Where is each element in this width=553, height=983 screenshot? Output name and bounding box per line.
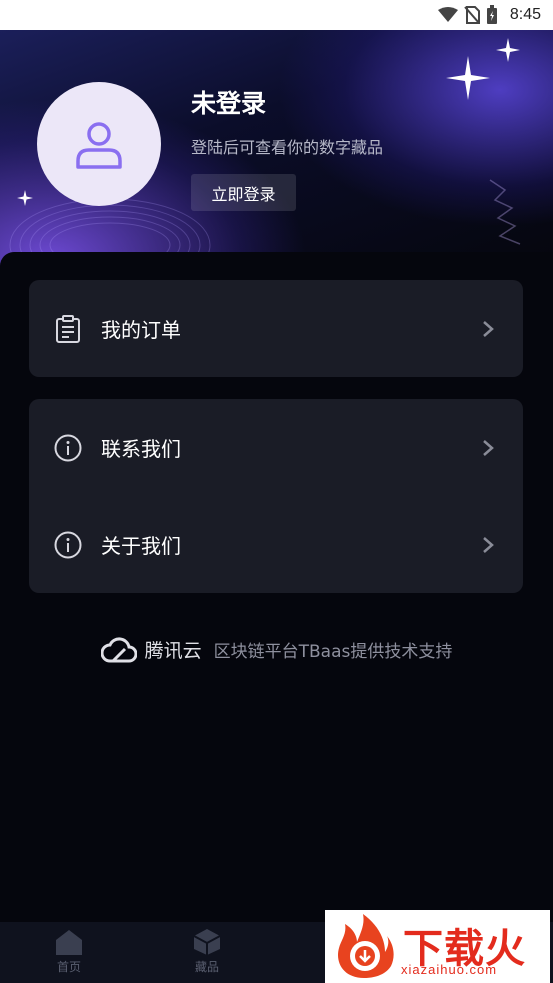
sparkle-icon-small — [496, 38, 520, 62]
sparkle-icon-tiny — [17, 190, 33, 206]
menu-item-label: 关于我们 — [101, 534, 181, 558]
login-button[interactable]: 立即登录 — [191, 174, 296, 211]
menu-item-contact[interactable]: 联系我们 — [29, 399, 523, 496]
sparkle-icon-large — [446, 56, 490, 100]
info-icon — [54, 434, 82, 461]
user-icon — [76, 122, 122, 169]
tech-support-note: 腾讯云 区块链平台TBaas提供技术支持 — [0, 636, 553, 663]
flame-logo-icon — [338, 914, 394, 978]
profile-header: 未登录 登陆后可查看你的数字藏品 立即登录 — [0, 30, 553, 270]
nav-home[interactable]: 首页 — [39, 928, 99, 975]
menu-item-about[interactable]: 关于我们 — [29, 496, 523, 593]
nav-label: 首页 — [56, 960, 81, 974]
menu-item-label: 联系我们 — [101, 437, 181, 461]
menu-item-label: 我的订单 — [101, 318, 181, 342]
login-hint: 登陆后可查看你的数字藏品 — [191, 138, 384, 157]
watermark: 下载火 xiazaihuo.com — [325, 910, 550, 983]
no-sim-icon — [464, 6, 480, 24]
tencent-cloud-logo-icon — [100, 636, 137, 662]
status-bar: 8:45 — [0, 0, 553, 30]
wifi-icon — [437, 7, 458, 22]
clipboard-icon — [56, 314, 80, 343]
chevron-right-icon — [483, 439, 494, 456]
nav-collections[interactable]: 藏品 — [177, 928, 237, 975]
menu-item-orders[interactable]: 我的订单 — [29, 280, 523, 377]
nav-label: 藏品 — [194, 960, 219, 974]
battery-icon — [486, 5, 497, 24]
brand-name: 腾讯云 — [144, 640, 202, 662]
info-icon — [54, 531, 82, 558]
main-panel: 我的订单 联系我们 关于我们 — [0, 252, 553, 922]
login-status-title: 未登录 — [191, 89, 267, 118]
home-icon — [56, 930, 82, 955]
avatar[interactable] — [37, 82, 161, 206]
watermark-url: xiazaihuo.com — [401, 962, 498, 977]
chevron-right-icon — [483, 536, 494, 553]
orders-card: 我的订单 — [29, 280, 523, 377]
chevron-right-icon — [483, 320, 494, 337]
cube-icon — [193, 929, 221, 955]
support-text: 区块链平台TBaas提供技术支持 — [213, 642, 453, 662]
status-time: 8:45 — [509, 6, 541, 23]
info-card: 联系我们 关于我们 — [29, 399, 523, 593]
